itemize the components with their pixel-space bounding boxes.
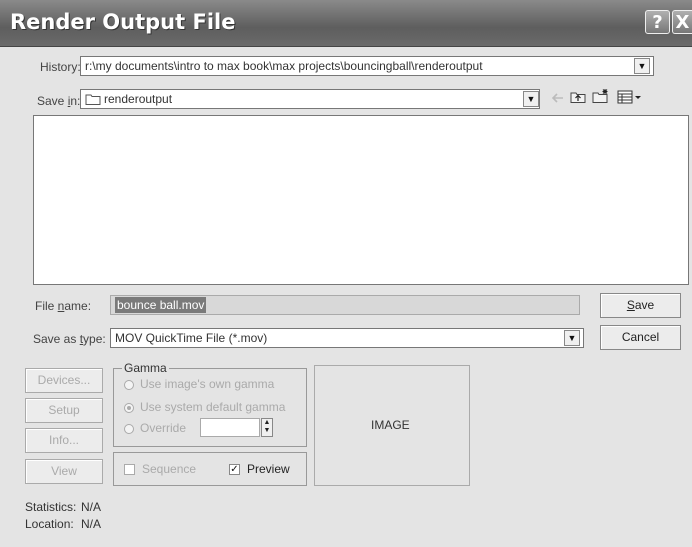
folder-icon xyxy=(85,94,101,105)
save-as-type-dropdown[interactable]: MOV QuickTime File (*.mov) xyxy=(110,328,584,348)
gamma-option-override-radio[interactable] xyxy=(124,424,134,434)
close-button[interactable]: X xyxy=(672,10,692,34)
location-label: Location: xyxy=(25,517,74,531)
back-arrow-icon[interactable] xyxy=(551,92,565,104)
save-as-type-label: Save as type: xyxy=(33,332,106,346)
history-value: r:\my documents\intro to max book\max pr… xyxy=(85,59,483,73)
gamma-option-system-label: Use system default gamma xyxy=(140,400,286,414)
save-as-type-value: MOV QuickTime File (*.mov) xyxy=(115,331,268,345)
sequence-checkbox[interactable] xyxy=(124,464,135,475)
new-folder-icon[interactable] xyxy=(592,88,610,104)
gamma-override-spinner[interactable]: ▲ ▼ xyxy=(261,418,273,437)
close-icon: X xyxy=(675,12,690,33)
save-button[interactable]: Save xyxy=(600,293,681,318)
info-button[interactable]: Info... xyxy=(25,428,103,453)
file-name-value: bounce ball.mov xyxy=(115,297,207,313)
view-menu-icon[interactable] xyxy=(617,90,643,104)
gamma-option-own-radio[interactable] xyxy=(124,380,134,390)
history-label: History: xyxy=(40,60,81,74)
file-name-input[interactable]: bounce ball.mov xyxy=(110,295,580,315)
save-in-value: renderoutput xyxy=(104,92,173,106)
gamma-group: Gamma Use image's own gamma Use system d… xyxy=(113,361,307,447)
dialog-title: Render Output File xyxy=(10,10,236,34)
file-name-label: File name: xyxy=(35,299,92,313)
image-placeholder-label: IMAGE xyxy=(371,418,410,432)
file-list-view[interactable] xyxy=(33,115,689,285)
statistics-value: N/A xyxy=(81,500,102,514)
statistics-label: Statistics: xyxy=(25,500,77,514)
preview-label: Preview xyxy=(247,462,290,476)
title-bar: Render Output File ? X xyxy=(0,0,692,47)
gamma-override-input[interactable] xyxy=(200,418,260,437)
help-button[interactable]: ? xyxy=(645,10,670,34)
cancel-button[interactable]: Cancel xyxy=(600,325,681,350)
preview-checkbox[interactable]: ✓ xyxy=(229,464,240,475)
sequence-label: Sequence xyxy=(142,462,197,476)
gamma-option-own-label: Use image's own gamma xyxy=(140,377,275,391)
sequence-preview-group: Sequence ✓ Preview xyxy=(113,452,307,486)
save-as-type-dropdown-arrow-icon[interactable]: ▼ xyxy=(564,330,580,346)
view-button[interactable]: View xyxy=(25,459,103,484)
devices-button[interactable]: Devices... xyxy=(25,368,103,393)
help-icon: ? xyxy=(652,12,663,33)
render-output-dialog: Render Output File ? X History: r:\my do… xyxy=(0,0,692,547)
gamma-option-system-radio[interactable] xyxy=(124,403,134,413)
up-folder-icon[interactable] xyxy=(570,90,586,104)
image-preview-box: IMAGE xyxy=(314,365,470,486)
gamma-option-override-label: Override xyxy=(140,421,187,435)
save-in-dropdown[interactable]: renderoutput xyxy=(80,89,540,109)
history-dropdown-arrow-icon[interactable]: ▼ xyxy=(634,58,650,74)
gamma-group-title: Gamma xyxy=(122,361,169,375)
history-dropdown[interactable]: r:\my documents\intro to max book\max pr… xyxy=(80,56,654,76)
location-value: N/A xyxy=(81,517,102,531)
save-in-dropdown-arrow-icon[interactable]: ▼ xyxy=(523,91,539,107)
save-in-label: Save in: xyxy=(37,94,81,108)
setup-button[interactable]: Setup xyxy=(25,398,103,423)
